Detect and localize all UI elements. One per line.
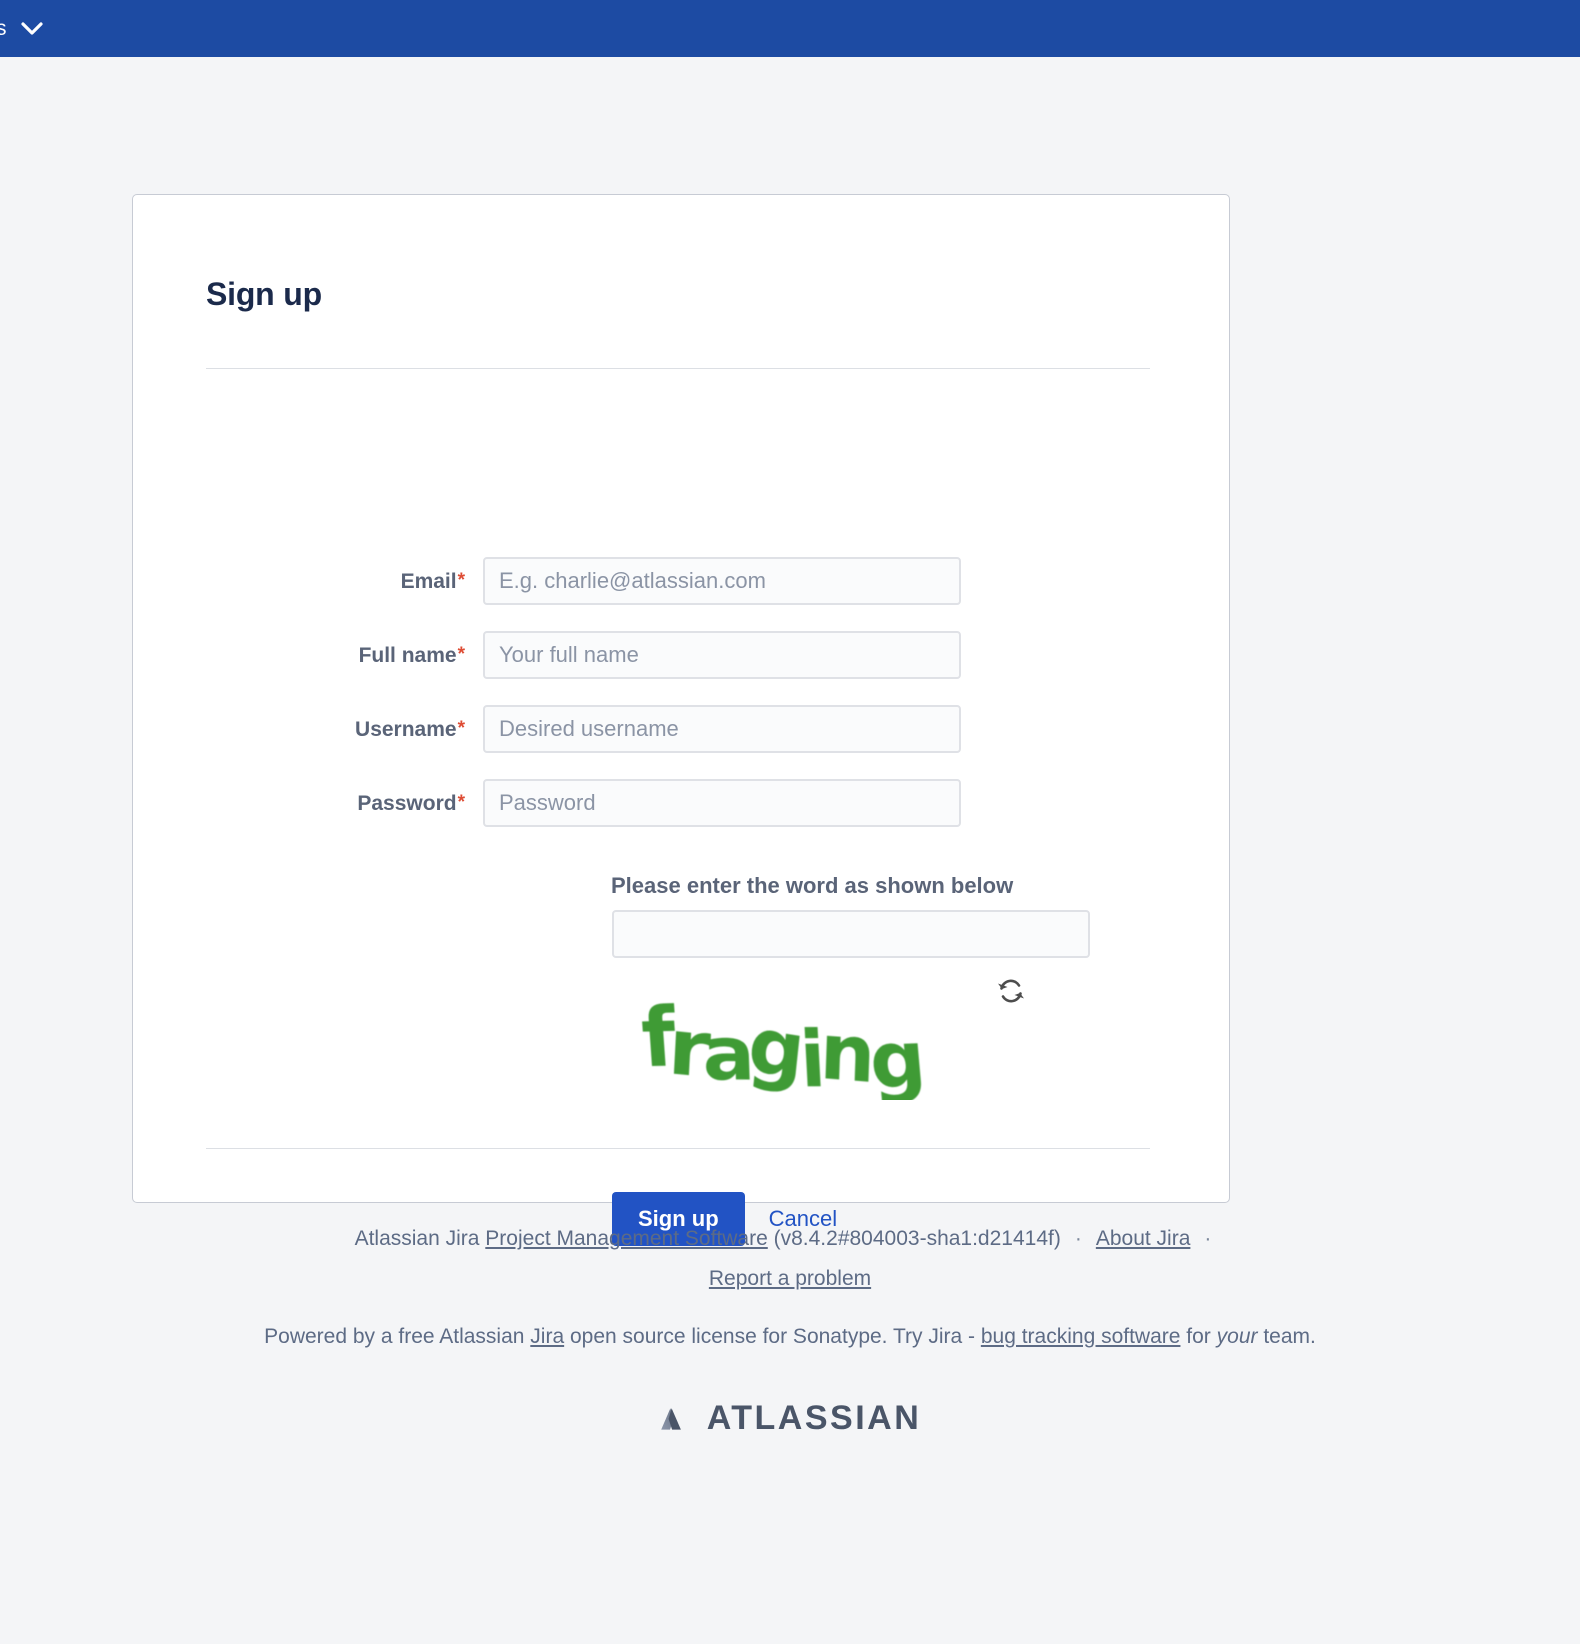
fullname-label-text: Full name — [358, 643, 457, 667]
form-row-email: Email* — [206, 557, 1150, 605]
page-body: Sign up Email* Full name* Username* — [0, 57, 1580, 1644]
refresh-icon[interactable] — [995, 976, 1027, 1006]
form-row-username: Username* — [206, 705, 1150, 753]
top-navigation-bar: s — [0, 0, 1580, 57]
footer-report-line: Report a problem — [0, 1259, 1580, 1299]
required-asterisk: * — [457, 643, 465, 665]
username-label: Username* — [206, 719, 483, 740]
page-title: Sign up — [206, 276, 322, 312]
divider-top — [206, 368, 1150, 369]
atlassian-logo-icon — [659, 1402, 693, 1436]
license-prefix: Powered by a free Atlassian — [264, 1325, 531, 1348]
username-label-text: Username — [355, 717, 457, 741]
footer: Atlassian Jira Project Management Softwa… — [0, 1219, 1580, 1438]
about-jira-link[interactable]: About Jira — [1096, 1227, 1191, 1250]
required-asterisk: * — [457, 717, 465, 739]
signup-panel: Sign up Email* Full name* Username* — [132, 194, 1230, 1246]
email-field[interactable] — [483, 557, 961, 605]
captcha-word: fraging — [638, 990, 924, 1100]
nav-truncated-label[interactable]: s — [0, 17, 7, 41]
footer-product-line: Atlassian Jira Project Management Softwa… — [0, 1219, 1580, 1259]
license-your-emphasis: your — [1216, 1325, 1258, 1348]
captcha-prompt: Please enter the word as shown below — [611, 873, 1014, 898]
captcha-input[interactable] — [612, 910, 1090, 958]
required-asterisk: * — [457, 791, 465, 813]
project-management-software-link[interactable]: Project Management Software — [485, 1227, 767, 1250]
fullname-field[interactable] — [483, 631, 961, 679]
chevron-down-icon[interactable] — [21, 21, 43, 36]
footer-separator-dot-2: · — [1204, 1227, 1212, 1250]
footer-license-line: Powered by a free Atlassian Jira open so… — [230, 1317, 1350, 1357]
jira-link[interactable]: Jira — [530, 1325, 564, 1348]
captcha-image: fraging — [638, 990, 938, 1100]
form-row-password: Password* — [206, 779, 1150, 827]
email-label: Email* — [206, 571, 483, 592]
footer-separator-dot: · — [1074, 1227, 1082, 1250]
username-field[interactable] — [483, 705, 961, 753]
required-asterisk: * — [457, 569, 465, 591]
bug-tracking-software-link[interactable]: bug tracking software — [981, 1325, 1181, 1348]
email-label-text: Email — [400, 569, 457, 593]
report-a-problem-link[interactable]: Report a problem — [709, 1267, 871, 1290]
password-label-text: Password — [357, 791, 457, 815]
password-label: Password* — [206, 793, 483, 814]
password-field[interactable] — [483, 779, 961, 827]
fullname-label: Full name* — [206, 645, 483, 666]
footer-version: (v8.4.2#804003-sha1:d21414f) — [767, 1227, 1061, 1250]
divider-bottom — [206, 1148, 1150, 1149]
footer-product-prefix: Atlassian Jira — [354, 1227, 486, 1250]
form-row-fullname: Full name* — [206, 631, 1150, 679]
atlassian-logo: ATLASSIAN — [0, 1399, 1580, 1438]
license-suffix: for — [1180, 1325, 1217, 1348]
license-team: team. — [1257, 1325, 1316, 1348]
atlassian-wordmark: ATLASSIAN — [706, 1399, 922, 1437]
license-middle: open source license for Sonatype. Try Ji… — [564, 1325, 981, 1348]
